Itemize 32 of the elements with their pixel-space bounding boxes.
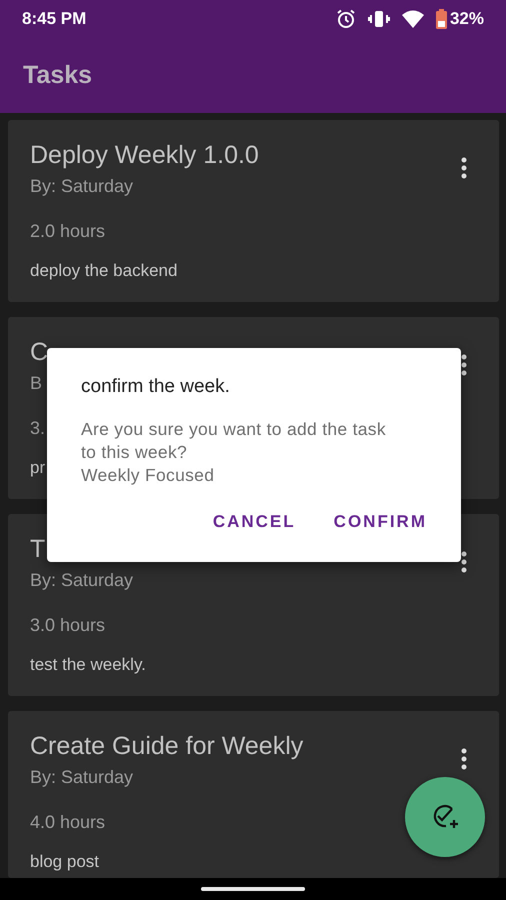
dialog-message: Are you sure you want to add the task to this week? Weekly Focused	[81, 418, 387, 487]
task-title: Create Guide for Weekly	[30, 731, 304, 761]
task-description: deploy the backend	[30, 261, 178, 281]
home-handle[interactable]	[201, 887, 305, 891]
wifi-icon	[402, 10, 424, 28]
task-description: pr	[30, 458, 46, 478]
task-description: blog post	[30, 852, 99, 872]
alarm-clock-icon	[336, 9, 356, 29]
battery-icon	[436, 9, 447, 29]
task-title: Deploy Weekly 1.0.0	[30, 140, 259, 170]
battery-percent: 32%	[450, 9, 484, 29]
task-author: By: Saturday	[30, 767, 134, 788]
task-hours: 3.	[30, 418, 46, 439]
task-title: C	[30, 337, 48, 367]
task-hours: 2.0 hours	[30, 221, 106, 242]
task-author: B	[30, 373, 42, 394]
task-hours: 3.0 hours	[30, 615, 106, 636]
more-options-icon[interactable]	[461, 748, 467, 770]
more-options-icon[interactable]	[461, 157, 467, 179]
status-time: 8:45 PM	[22, 9, 86, 29]
more-options-icon[interactable]	[461, 551, 467, 573]
task-title: T	[30, 534, 46, 564]
task-hours: 4.0 hours	[30, 812, 106, 833]
dialog-title: confirm the week.	[81, 376, 231, 398]
task-card[interactable]: Create Guide for Weekly By: Saturday 4.0 hours blog post	[8, 711, 499, 878]
vibrate-icon	[368, 10, 390, 28]
task-card[interactable]: Deploy Weekly 1.0.0 By: Saturday 2.0 hours deploy the backend	[8, 120, 499, 302]
more-options-icon[interactable]	[461, 354, 467, 376]
task-author: By: Saturday	[30, 176, 134, 197]
app-title: Tasks	[23, 61, 92, 90]
task-author: By: Saturday	[30, 570, 134, 591]
task-description: test the weekly.	[30, 655, 146, 675]
